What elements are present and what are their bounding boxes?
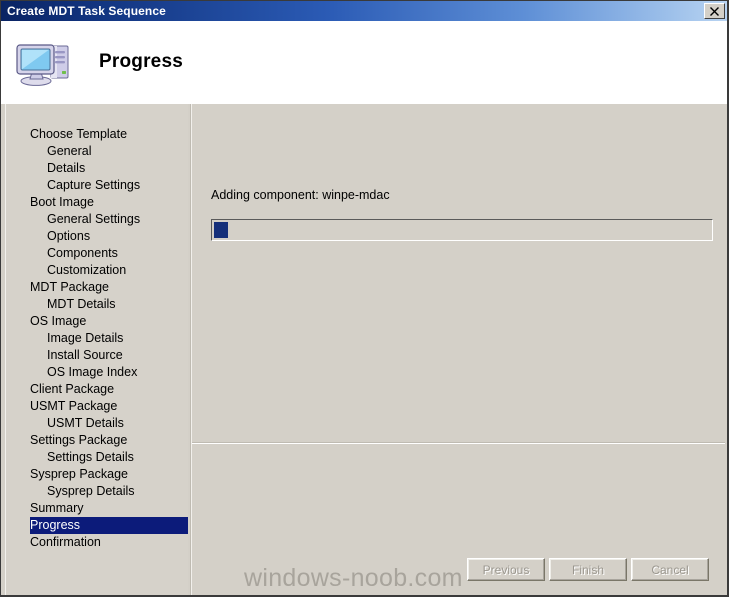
sidebar-item-details[interactable]: Details: [6, 160, 188, 177]
wizard-window: Create MDT Task Sequence Progress Choose…: [0, 0, 729, 597]
wizard-header: Progress: [1, 21, 727, 103]
sidebar-item-settings-details[interactable]: Settings Details: [6, 449, 188, 466]
sidebar-item-os-image[interactable]: OS Image: [6, 313, 188, 330]
sidebar-item-os-image-index[interactable]: OS Image Index: [6, 364, 188, 381]
footer-buttons: Previous Finish Cancel: [467, 558, 709, 581]
sidebar-item-components[interactable]: Components: [6, 245, 188, 262]
close-icon[interactable]: [704, 3, 725, 19]
wizard-body: Choose Template General Details Capture Set…: [1, 104, 727, 595]
sidebar-item-general[interactable]: General: [6, 143, 188, 160]
sidebar-item-client-package[interactable]: Client Package: [6, 381, 188, 398]
sidebar-item-boot-image[interactable]: Boot Image: [6, 194, 188, 211]
sidebar-item-install-source[interactable]: Install Source: [6, 347, 188, 364]
cancel-button: Cancel: [631, 558, 709, 581]
sidebar-item-image-details[interactable]: Image Details: [6, 330, 188, 347]
footer-divider: [192, 443, 725, 444]
computer-monitor-icon: [16, 44, 69, 86]
sidebar-item-usmt-package[interactable]: USMT Package: [6, 398, 188, 415]
content-panel: Adding component: winpe-mdac: [192, 104, 727, 595]
sidebar-item-settings-package[interactable]: Settings Package: [6, 432, 188, 449]
sidebar-item-confirmation[interactable]: Confirmation: [6, 534, 188, 551]
sidebar-item-capture-settings[interactable]: Capture Settings: [6, 177, 188, 194]
sidebar-item-customization[interactable]: Customization: [6, 262, 188, 279]
sidebar-item-progress[interactable]: Progress: [30, 517, 188, 534]
sidebar-item-mdt-package[interactable]: MDT Package: [6, 279, 188, 296]
sidebar-item-general-settings[interactable]: General Settings: [6, 211, 188, 228]
title-bar: Create MDT Task Sequence: [1, 1, 727, 21]
sidebar-item-sysprep-package[interactable]: Sysprep Package: [6, 466, 188, 483]
sidebar-item-sysprep-details[interactable]: Sysprep Details: [6, 483, 188, 500]
sidebar-item-options[interactable]: Options: [6, 228, 188, 245]
sidebar-item-choose-template[interactable]: Choose Template: [6, 126, 188, 143]
sidebar-item-summary[interactable]: Summary: [6, 500, 188, 517]
sidebar-item-usmt-details[interactable]: USMT Details: [6, 415, 188, 432]
wizard-step-list: Choose Template General Details Capture Set…: [5, 104, 188, 595]
finish-button: Finish: [549, 558, 627, 581]
progress-bar-chunk: [214, 222, 228, 238]
page-title: Progress: [99, 51, 183, 72]
window-title: Create MDT Task Sequence: [7, 4, 166, 18]
progress-bar: [211, 219, 713, 241]
previous-button: Previous: [467, 558, 545, 581]
sidebar-item-mdt-details[interactable]: MDT Details: [6, 296, 188, 313]
status-text: Adding component: winpe-mdac: [211, 188, 390, 202]
